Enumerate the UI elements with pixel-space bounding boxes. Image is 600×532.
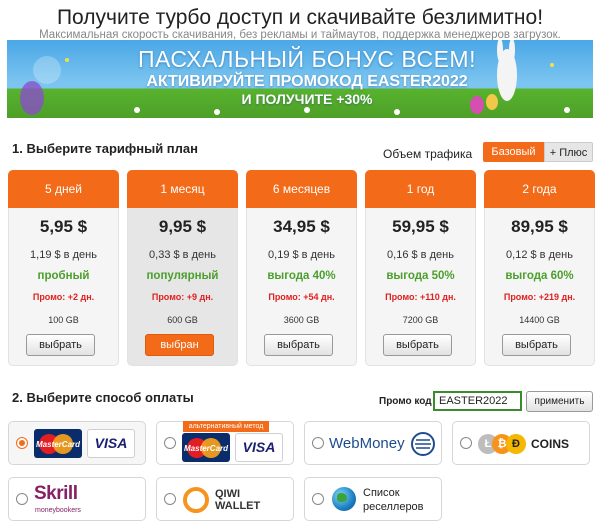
qiwi-icon (183, 487, 209, 513)
banner-headline: ПАСХАЛЬНЫЙ БОНУС ВСЕМ! (138, 46, 476, 72)
alt-method-badge: альтернативный метод (183, 421, 269, 432)
plan-traffic: 600 GB (167, 315, 198, 325)
plan-promo: Промо: +2 дн. (32, 292, 95, 302)
plan-per-day: 1,19 $ в день (30, 249, 97, 261)
plan-tag: выгода 50% (386, 270, 455, 282)
plan-traffic: 3600 GB (283, 315, 320, 325)
select-plan-button[interactable]: выбрать (502, 334, 571, 356)
skrill-logo: Skrill (34, 483, 78, 504)
payment-section-title: 2. Выберите способ оплаты (12, 390, 194, 405)
webmoney-label: WebMoney (329, 435, 405, 452)
page-title: Получите турбо доступ и скачивайте безли… (56, 6, 544, 29)
payment-radio[interactable] (16, 493, 28, 505)
plan-price: 9,95 $ (158, 217, 207, 236)
plan-per-day: 0,12 $ в день (506, 249, 573, 261)
selected-plan-button[interactable]: выбран (145, 334, 214, 356)
visa-logo: VISA (235, 433, 283, 462)
payment-webmoney[interactable]: WebMoney (304, 421, 442, 465)
banner-promo-line: АКТИВИРУЙТЕ ПРОМОКОД EASTER2022 (146, 73, 468, 90)
plan-name: 1 месяц (127, 170, 238, 208)
easter-banner[interactable]: ПАСХАЛЬНЫЙ БОНУС ВСЕМ! АКТИВИРУЙТЕ ПРОМО… (7, 40, 593, 118)
plan-promo: Промо: +54 дн. (268, 292, 335, 302)
traffic-basic-toggle[interactable]: Базовый (483, 142, 544, 162)
mastercard-logo: MasterCard (34, 429, 82, 458)
plan-traffic: 14400 GB (519, 315, 560, 325)
payment-skrill[interactable]: Skrill moneybookers (8, 477, 146, 521)
plan-name: 1 год (365, 170, 476, 208)
payment-radio[interactable] (460, 437, 472, 449)
plan-tag: популярный (146, 270, 219, 282)
webmoney-globe-icon (411, 432, 435, 456)
plans-section-title: 1. Выберите тарифный план (12, 141, 198, 156)
visa-logo: VISA (87, 429, 135, 458)
traffic-label: Объем трафика (383, 147, 473, 161)
skrill-sub-label: moneybookers (35, 507, 81, 514)
mastercard-logo: MasterCard (182, 433, 230, 462)
payment-radio[interactable] (16, 437, 28, 449)
promo-code-label: Промо код (379, 396, 432, 407)
select-plan-button[interactable]: выбрать (264, 334, 333, 356)
qiwi-label: QIWI WALLET (215, 488, 261, 512)
promo-code-input[interactable] (433, 391, 522, 411)
globe-icon (332, 487, 356, 511)
plan-card-1-year[interactable]: 1 год 59,95 $ 0,16 $ в день выгода 50% П… (365, 170, 476, 366)
payment-alt-card[interactable]: альтернативный метод MasterCard VISA (156, 421, 294, 465)
coins-label: COINS (531, 437, 570, 451)
payment-radio[interactable] (312, 437, 324, 449)
plan-name: 5 дней (8, 170, 119, 208)
plan-name: 2 года (484, 170, 595, 208)
plan-per-day: 0,16 $ в день (387, 249, 454, 261)
plan-card-1-month[interactable]: 1 месяц 9,95 $ 0,33 $ в день популярный … (127, 170, 238, 366)
plan-traffic: 7200 GB (402, 315, 439, 325)
plan-card-6-months[interactable]: 6 месяцев 34,95 $ 0,19 $ в день выгода 4… (246, 170, 357, 366)
banner-bonus-line: И ПОЛУЧИТЕ +30% (241, 91, 373, 107)
resellers-label: Список реселлеров (363, 487, 424, 513)
plan-promo: Промо: +9 дн. (151, 292, 214, 302)
dash-icon: Đ (506, 434, 526, 454)
payment-radio[interactable] (164, 437, 176, 449)
plan-traffic: 100 GB (48, 315, 79, 325)
payment-radio[interactable] (312, 493, 324, 505)
traffic-plus-toggle[interactable]: + Плюс (544, 142, 593, 162)
payment-coins[interactable]: Ł ₿ Đ COINS (452, 421, 590, 465)
plan-card-2-years[interactable]: 2 года 89,95 $ 0,12 $ в день выгода 60% … (484, 170, 595, 366)
plan-per-day: 0,19 $ в день (268, 249, 335, 261)
plan-tag: выгода 60% (505, 270, 574, 282)
plan-per-day: 0,33 $ в день (149, 249, 216, 261)
plan-price: 5,95 $ (39, 217, 88, 236)
apply-promo-button[interactable]: применить (526, 391, 593, 412)
plan-tag: выгода 40% (267, 270, 336, 282)
plan-tag: пробный (37, 270, 90, 282)
plan-promo: Промо: +110 дн. (385, 292, 456, 302)
plan-price: 59,95 $ (392, 217, 449, 236)
payment-radio[interactable] (164, 493, 176, 505)
plan-price: 89,95 $ (511, 217, 568, 236)
plan-price: 34,95 $ (273, 217, 330, 236)
payment-card[interactable]: MasterCard VISA (8, 421, 146, 465)
select-plan-button[interactable]: выбрать (26, 334, 95, 356)
payment-qiwi[interactable]: QIWI WALLET (156, 477, 294, 521)
select-plan-button[interactable]: выбрать (383, 334, 452, 356)
payment-resellers[interactable]: Список реселлеров (304, 477, 442, 521)
plan-name: 6 месяцев (246, 170, 357, 208)
plan-promo: Промо: +219 дн. (503, 292, 576, 302)
plan-card-5-days[interactable]: 5 дней 5,95 $ 1,19 $ в день пробный Пром… (8, 170, 119, 366)
